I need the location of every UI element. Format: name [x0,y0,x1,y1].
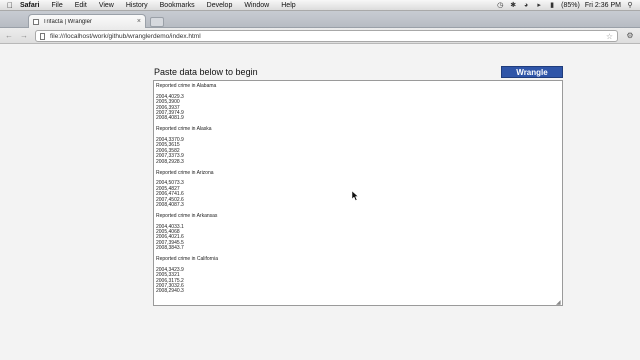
url-text[interactable]: file:///localhost/work/github/wranglerde… [50,33,606,40]
menu-safari[interactable]: Safari [14,0,45,11]
tab-title: Trifacta | Wrangler [43,18,92,25]
forward-arrow-icon[interactable]: → [18,30,30,42]
wifi-icon[interactable]: ◕ [522,1,530,9]
menu-develop[interactable]: Develop [201,0,239,11]
wrangle-button[interactable]: Wrangle [501,66,563,78]
close-tab-icon[interactable]: × [137,18,141,25]
time-machine-icon[interactable]: ◷ [496,1,504,9]
menu-window[interactable]: Window [238,0,275,11]
menu-help[interactable]: Help [275,0,301,11]
page-icon [40,32,45,40]
page-favicon-icon [33,18,39,25]
bluetooth-icon[interactable]: ✱ [509,1,517,9]
wrench-icon[interactable]: ⚙ [624,31,636,41]
apple-icon[interactable]:  [6,1,14,10]
menu-clock[interactable]: Fri 2:36 PM [585,2,621,9]
menu-bar:  Safari File Edit View History Bookmark… [0,0,640,11]
resize-grip-icon[interactable]: ◢ [556,300,562,306]
back-arrow-icon[interactable]: ← [3,30,15,42]
menu-bookmarks[interactable]: Bookmarks [154,0,201,11]
menu-view[interactable]: View [93,0,120,11]
status-area: ◷ ✱ ◕ ▸ ▮ (85%) Fri 2:36 PM ⚲ [496,1,640,10]
bookmark-star-icon[interactable]: ☆ [606,32,613,41]
page-heading: Paste data below to begin [154,67,258,77]
new-tab-button[interactable] [150,17,164,27]
browser-tab[interactable]: Trifacta | Wrangler × [28,14,146,28]
menu-items: Safari File Edit View History Bookmarks … [14,0,302,11]
menu-history[interactable]: History [120,0,154,11]
battery-icon[interactable]: ▮ [548,1,556,9]
mouse-cursor-icon [352,191,359,201]
tab-strip: Trifacta | Wrangler × [0,11,640,28]
spotlight-icon[interactable]: ⚲ [626,1,634,9]
page-content: Paste data below to begin Wrangle Report… [0,45,640,360]
volume-icon[interactable]: ▸ [535,1,543,9]
menu-edit[interactable]: Edit [69,0,93,11]
address-bar[interactable]: file:///localhost/work/github/wranglerde… [35,30,618,42]
battery-percent: (85%) [561,1,580,9]
browser-toolbar: ← → ↻ file:///localhost/work/github/wran… [0,28,640,44]
menu-file[interactable]: File [45,0,68,11]
